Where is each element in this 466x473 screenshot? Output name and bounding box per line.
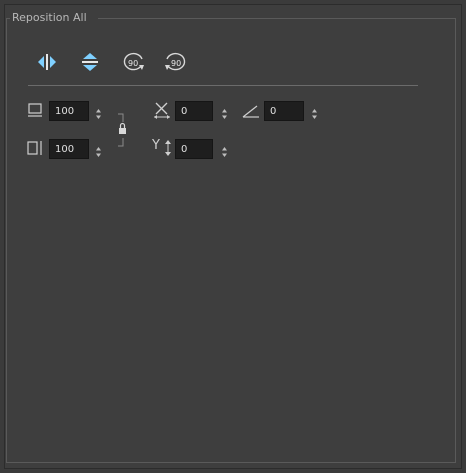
lock-icon [118, 113, 126, 147]
height-field[interactable]: 100 [49, 139, 89, 159]
x-field[interactable]: 0 [175, 101, 213, 121]
y-field[interactable]: 0 [175, 139, 213, 159]
y-spinner[interactable] [221, 143, 228, 157]
height-spinner[interactable] [95, 143, 102, 157]
rotate-cw-label: 90 [128, 59, 138, 68]
height-icon [27, 140, 45, 160]
y-offset-label: Y [152, 138, 160, 153]
angle-icon [242, 103, 260, 122]
rotate-ccw-icon: 90 [165, 52, 186, 71]
toolbar-separator [28, 85, 418, 86]
lock-proportions-button[interactable] [114, 112, 128, 152]
rotate-cw-button[interactable]: 90 [120, 50, 148, 74]
x-spinner[interactable] [221, 105, 228, 119]
group-border-top [98, 18, 456, 19]
rotate-ccw-button[interactable]: 90 [161, 50, 189, 74]
y-offset-icon: Y [152, 138, 174, 156]
width-field[interactable]: 100 [49, 101, 89, 121]
group-title: Reposition All [12, 11, 87, 24]
x-offset-icon [153, 101, 171, 123]
group-border-left [6, 18, 10, 19]
flip-horizontal-icon [38, 54, 56, 70]
rotate-ccw-label: 90 [171, 59, 181, 68]
flip-horizontal-button[interactable] [35, 50, 59, 74]
rotate-cw-icon: 90 [123, 52, 144, 71]
flip-vertical-button[interactable] [78, 50, 102, 74]
width-spinner[interactable] [95, 105, 102, 119]
angle-field[interactable]: 0 [264, 101, 304, 121]
angle-spinner[interactable] [311, 105, 318, 119]
flip-vertical-icon [82, 53, 98, 71]
width-icon [27, 102, 43, 122]
